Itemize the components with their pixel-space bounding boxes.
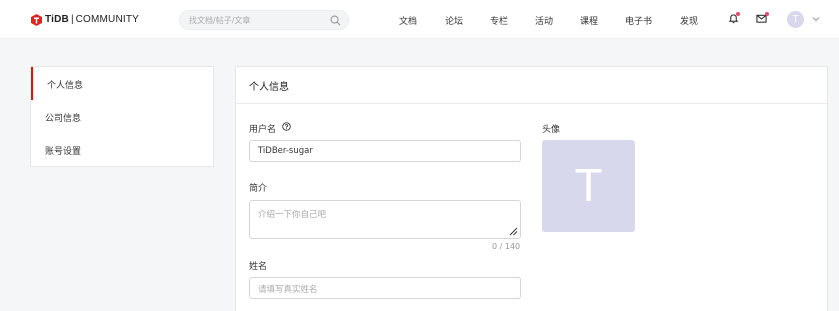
divider (236, 103, 827, 104)
nav-forum[interactable]: 论坛 (445, 14, 463, 27)
top-header: TiDB | COMMUNITY 找文档/帖子/文章 文档 论坛 专栏 活动 课… (0, 0, 839, 39)
bio-textarea[interactable]: 介绍一下你自己吧 (249, 200, 521, 239)
username-value: TiDBer-sugar (258, 146, 313, 156)
nav-courses[interactable]: 课程 (580, 14, 598, 27)
logo-sub: COMMUNITY (75, 14, 140, 25)
sidebar-item-label: 个人信息 (47, 81, 84, 91)
nav-column[interactable]: 专栏 (490, 14, 508, 27)
message-dot (765, 12, 769, 16)
bio-label: 简介 (249, 184, 268, 194)
logo-brand: TiDB (45, 14, 69, 25)
avatar-upload[interactable]: T (542, 140, 635, 232)
sidebar-item-account-settings[interactable]: 账号设置 (31, 133, 213, 166)
logo-separator: | (70, 14, 74, 25)
name-label: 姓名 (249, 262, 268, 272)
nav-ebooks[interactable]: 电子书 (625, 14, 652, 27)
help-icon[interactable] (282, 122, 291, 131)
user-avatar[interactable]: T (787, 11, 804, 28)
search-icon[interactable] (330, 15, 341, 26)
name-placeholder: 请填写真实姓名 (258, 285, 318, 295)
tidb-logo[interactable]: TiDB | COMMUNITY (31, 12, 139, 27)
nav-docs[interactable]: 文档 (399, 14, 417, 27)
chevron-down-icon[interactable] (812, 15, 820, 23)
username-label: 用户名 (249, 125, 277, 135)
bio-char-counter: 0 / 140 (492, 242, 521, 251)
sidebar-item-label: 公司信息 (45, 114, 82, 124)
personal-info-panel: 个人信息 用户名 TiDBer-sugar 头像 T 简介 介绍一下你自己吧 0… (235, 66, 828, 311)
bio-placeholder: 介绍一下你自己吧 (258, 210, 327, 220)
avatar-label: 头像 (542, 125, 561, 135)
search-placeholder: 找文档/帖子/文章 (189, 16, 251, 25)
page-title: 个人信息 (249, 82, 289, 93)
avatar-letter: T (574, 159, 603, 211)
username-field[interactable]: TiDBer-sugar (249, 140, 521, 162)
sidebar-item-company-info[interactable]: 公司信息 (31, 100, 213, 133)
nav-discover[interactable]: 发现 (680, 14, 698, 27)
tidb-logo-icon (31, 13, 42, 26)
sidebar-item-personal-info[interactable]: 个人信息 (31, 67, 213, 100)
nav-events[interactable]: 活动 (535, 14, 553, 27)
resize-handle-icon[interactable] (509, 227, 518, 236)
name-field[interactable]: 请填写真实姓名 (249, 277, 521, 299)
sidebar-item-label: 账号设置 (45, 147, 82, 157)
search-input[interactable]: 找文档/帖子/文章 (179, 10, 349, 30)
notification-dot (736, 12, 740, 16)
settings-sidebar: 个人信息 公司信息 账号设置 (30, 66, 214, 167)
